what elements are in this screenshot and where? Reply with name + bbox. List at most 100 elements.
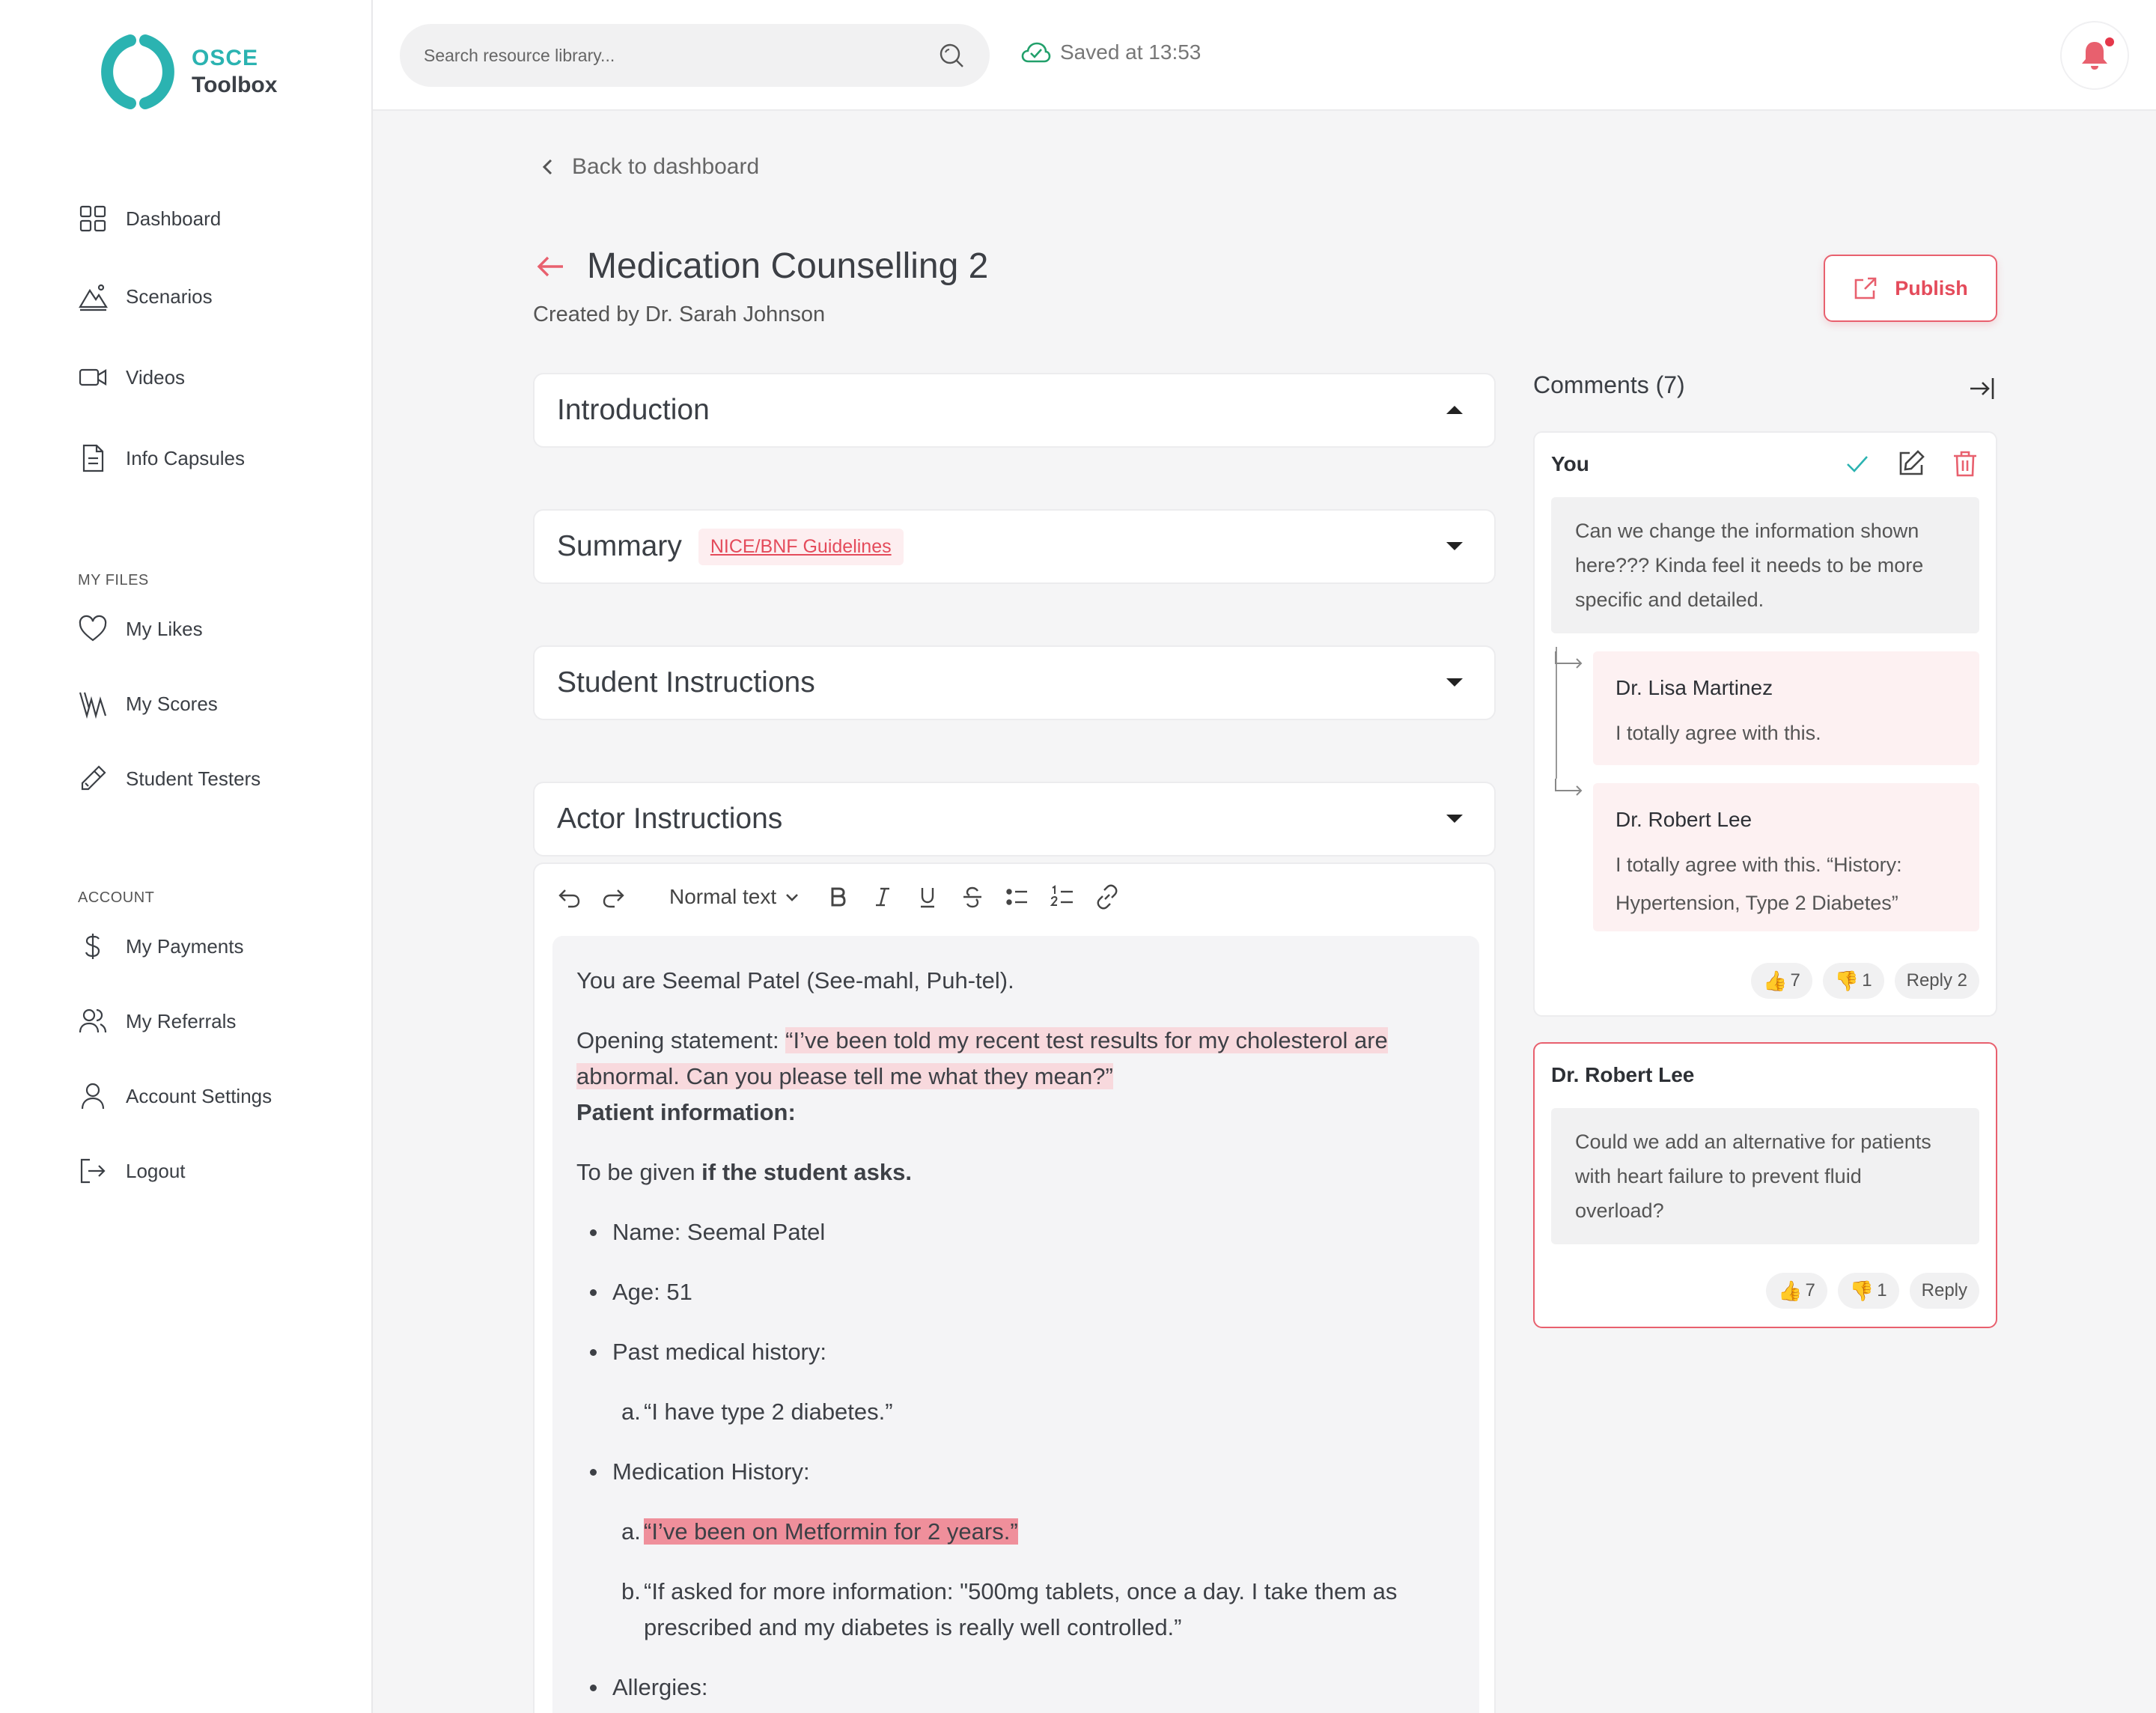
link-button[interactable] — [1092, 882, 1122, 912]
strikethrough-button[interactable] — [957, 882, 987, 912]
delete-icon[interactable] — [1951, 449, 1979, 478]
reply-button[interactable]: Reply — [1909, 1273, 1979, 1309]
like-button[interactable]: 👍 7 — [1766, 1273, 1827, 1309]
sub-item-text: “I have type 2 diabetes.” — [644, 1399, 893, 1425]
list-letter: a. — [621, 1399, 641, 1425]
cloud-check-icon — [1021, 42, 1051, 63]
collapse-panel-icon[interactable] — [1967, 374, 1996, 403]
notification-dot — [2105, 37, 2114, 46]
resolve-check-icon[interactable] — [1843, 449, 1872, 478]
reply-author: Dr. Robert Lee — [1616, 808, 1752, 831]
undo-icon — [558, 889, 580, 908]
reply-item: Dr. Robert Lee I totally agree with this… — [1593, 783, 1979, 931]
intro-line: You are Seemal Patel (See-mahl, Puh-tel)… — [576, 967, 1014, 994]
editor-content[interactable]: You are Seemal Patel (See-mahl, Puh-tel)… — [552, 936, 1479, 1713]
reply-text: I totally agree with this. — [1616, 722, 1821, 744]
chevron-up-icon[interactable] — [1446, 406, 1463, 414]
section-summary[interactable]: Summary NICE/BNF Guidelines — [533, 509, 1496, 584]
sidebar-item-account-settings[interactable]: Account Settings — [78, 1081, 272, 1111]
sidebar-item-label: My Referrals — [126, 1009, 237, 1032]
sidebar-item-label: Student Testers — [126, 767, 261, 790]
highlighted-text[interactable]: “I’ve been on Metformin for 2 years.” — [644, 1518, 1018, 1545]
dislike-button[interactable]: 👎 1 — [1837, 1273, 1899, 1309]
underline-button[interactable] — [913, 882, 943, 912]
redo-button[interactable] — [599, 882, 629, 912]
sidebar-item-info-capsules[interactable]: Info Capsules — [78, 443, 245, 473]
notifications-button[interactable] — [2060, 21, 2129, 90]
reply-author: Dr. Lisa Martinez — [1616, 676, 1773, 699]
sidebar-item-my-scores[interactable]: My Scores — [78, 689, 218, 719]
sidebar-item-my-payments[interactable]: My Payments — [78, 931, 244, 961]
section-title: Introduction — [557, 394, 710, 426]
sidebar-item-label: My Payments — [126, 934, 244, 958]
reply-button[interactable]: Reply 2 — [1894, 963, 1979, 999]
like-button[interactable]: 👍 7 — [1751, 963, 1812, 999]
back-to-dashboard-link[interactable]: Back to dashboard — [538, 154, 759, 180]
chevron-down-icon[interactable] — [1446, 678, 1463, 687]
reply-arrow-icon — [1555, 779, 1583, 796]
sidebar-item-student-testers[interactable]: Student Testers — [78, 764, 261, 794]
bold-button[interactable] — [823, 882, 853, 912]
sidebar-item-my-likes[interactable]: My Likes — [78, 614, 203, 644]
sidebar-item-label: My Likes — [126, 617, 203, 640]
like-count: 7 — [1805, 1280, 1815, 1300]
search-icon[interactable] — [937, 41, 966, 70]
comment-reactions: 👍 7 👎 1 Reply — [1755, 1273, 1979, 1309]
publish-button[interactable]: Publish — [1824, 255, 1997, 322]
section-actor-instructions[interactable]: Actor Instructions — [533, 782, 1496, 856]
bullet-list-icon — [1006, 889, 1028, 905]
comments-heading: Comments (7) — [1533, 371, 1685, 398]
sidebar-item-label: Dashboard — [126, 207, 222, 230]
list-item: Allergies: — [576, 1670, 1455, 1706]
chevron-down-icon[interactable] — [1446, 815, 1463, 823]
list-item: Medication History: — [576, 1454, 1455, 1490]
chevron-down-icon[interactable] — [1446, 542, 1463, 550]
italic-icon — [876, 887, 890, 907]
pipette-icon — [81, 765, 106, 791]
search-input[interactable] — [424, 45, 937, 66]
like-count: 7 — [1790, 970, 1800, 991]
guidelines-tag-link[interactable]: NICE/BNF Guidelines — [698, 528, 904, 565]
italic-button[interactable] — [868, 882, 898, 912]
logo-text-osce: OSCE — [192, 46, 259, 70]
comment-card: You Can we change the information shown … — [1533, 431, 1997, 1017]
dislike-count: 1 — [1877, 1280, 1887, 1300]
logo[interactable]: OSCE Toolbox — [97, 33, 277, 111]
user-icon — [81, 1083, 105, 1110]
thumbs-up-icon: 👍 — [1763, 969, 1788, 992]
created-by: Created by Dr. Sarah Johnson — [533, 302, 826, 326]
comment-actions — [1818, 449, 1979, 478]
sidebar-item-logout[interactable]: Logout — [78, 1156, 186, 1186]
chevron-down-icon — [786, 894, 799, 901]
numbered-list-button[interactable] — [1047, 882, 1077, 912]
bullet-list-button[interactable] — [1002, 882, 1032, 912]
publish-label: Publish — [1895, 276, 1968, 299]
nav-section-account: ACCOUNT — [78, 889, 155, 906]
logout-icon — [80, 1158, 106, 1184]
link-icon — [1097, 884, 1118, 910]
edit-icon[interactable] — [1897, 449, 1925, 478]
sidebar-item-my-referrals[interactable]: My Referrals — [78, 1006, 236, 1036]
undo-button[interactable] — [554, 882, 584, 912]
comment-card-active: Dr. Robert Lee Could we add an alternati… — [1533, 1042, 1997, 1328]
text-style-dropdown[interactable]: Normal text — [669, 885, 800, 909]
arrow-left-icon[interactable] — [535, 250, 567, 283]
search-box[interactable] — [400, 24, 990, 87]
section-student-instructions[interactable]: Student Instructions — [533, 645, 1496, 720]
sub-list-item: a. “I have type 2 diabetes.” — [576, 1394, 1455, 1430]
reply-text: I totally agree with this. “History: Hyp… — [1616, 854, 1902, 914]
list-item: Name: Seemal Patel — [576, 1214, 1455, 1250]
reply-arrow-icon — [1555, 651, 1583, 669]
dollar-icon — [85, 934, 100, 959]
section-introduction[interactable]: Introduction — [533, 373, 1496, 448]
redo-icon — [603, 889, 624, 908]
dislike-button[interactable]: 👎 1 — [1822, 963, 1884, 999]
sidebar-item-dashboard[interactable]: Dashboard — [78, 204, 221, 234]
sidebar-item-videos[interactable]: Videos — [78, 362, 185, 392]
back-label: Back to dashboard — [572, 154, 760, 179]
list-item: Age: 51 — [576, 1274, 1455, 1310]
sidebar-item-scenarios[interactable]: Scenarios — [78, 282, 213, 311]
list-letter: a. — [621, 1518, 641, 1545]
sub-list-item: b. “If asked for more information: "500m… — [576, 1574, 1455, 1646]
thumbs-down-icon: 👎 — [1849, 1279, 1875, 1302]
